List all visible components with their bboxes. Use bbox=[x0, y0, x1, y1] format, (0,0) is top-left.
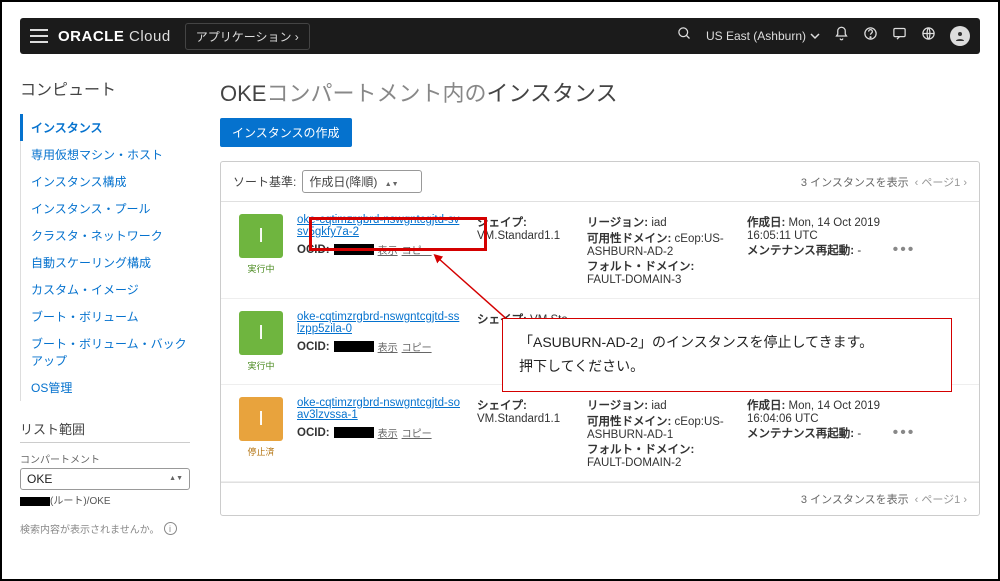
bell-icon[interactable] bbox=[834, 26, 849, 46]
count-text: 3 インスタンスを表示 bbox=[801, 174, 909, 190]
select-stepper-icon: ▲▼ bbox=[169, 476, 183, 482]
sort-label: ソート基準: bbox=[233, 173, 296, 190]
instance-name-link[interactable]: oke-cqtimzrgbrd-nswgntcgjtd-svsv5gkfy7a-… bbox=[297, 214, 459, 238]
count-text-foot: 3 インスタンスを表示 bbox=[801, 491, 909, 507]
chevron-down-icon bbox=[810, 31, 820, 41]
row-actions-menu[interactable]: ••• bbox=[889, 241, 919, 259]
search-icon[interactable] bbox=[677, 26, 692, 46]
status-badge-stopped: I bbox=[239, 397, 283, 441]
compartment-value: OKE bbox=[27, 472, 52, 486]
instance-name-link[interactable]: oke-cqtimzrgbrd-nswgntcgjtd-sslzpp5zila-… bbox=[297, 311, 459, 335]
side-nav: インスタンス 専用仮想マシン・ホスト インスタンス構成 インスタンス・プール ク… bbox=[20, 114, 190, 401]
sidebar-item-cluster-network[interactable]: クラスタ・ネットワーク bbox=[21, 222, 190, 249]
sidebar-title: コンピュート bbox=[20, 76, 190, 100]
sidebar-item-boot-volume-backup[interactable]: ブート・ボリューム・バックアップ bbox=[21, 330, 190, 374]
sidebar-item-instance-config[interactable]: インスタンス構成 bbox=[21, 168, 190, 195]
pager[interactable]: ‹ ページ1 › bbox=[915, 174, 967, 190]
page-title: OKEコンパートメント内のインスタンス bbox=[220, 76, 980, 108]
annotation-callout: 「ASUBURN-AD-2」のインスタンスを停止してきます。 押下してください。 bbox=[502, 318, 952, 392]
instance-name-link[interactable]: oke-cqtimzrgbrd-nswgntcgjtd-soav3lzvssa-… bbox=[297, 397, 460, 421]
sort-select[interactable]: 作成日(降順) ▲▼ bbox=[302, 170, 421, 193]
ocid-redacted bbox=[334, 341, 374, 352]
instance-row: I 実行中 oke-cqtimzrgbrd-nswgntcgjtd-svsv5g… bbox=[221, 202, 979, 299]
application-link[interactable]: アプリケーション › bbox=[185, 23, 310, 50]
pager-foot[interactable]: ‹ ページ1 › bbox=[915, 491, 967, 507]
ocid-copy-link[interactable]: コピー bbox=[402, 425, 432, 440]
sidebar-item-boot-volume[interactable]: ブート・ボリューム bbox=[21, 303, 190, 330]
brand-logo: ORACLE Cloud bbox=[58, 28, 171, 45]
instance-row: I 停止済 oke-cqtimzrgbrd-nswgntcgjtd-soav3l… bbox=[221, 385, 979, 482]
sidebar-item-dedicated-vm[interactable]: 専用仮想マシン・ホスト bbox=[21, 141, 190, 168]
search-note: 検索内容が表示されませんか。 i bbox=[20, 521, 190, 536]
chat-icon[interactable] bbox=[892, 26, 907, 46]
globe-icon[interactable] bbox=[921, 26, 936, 46]
sidebar-item-instance-pool[interactable]: インスタンス・プール bbox=[21, 195, 190, 222]
brand-light: Cloud bbox=[124, 28, 170, 45]
select-stepper-icon: ▲▼ bbox=[385, 182, 399, 188]
ocid-show-link[interactable]: 表示 bbox=[378, 339, 398, 354]
status-badge-running: I bbox=[239, 214, 283, 258]
ocid-copy-link[interactable]: コピー bbox=[402, 339, 432, 354]
row-actions-menu[interactable]: ••• bbox=[889, 424, 919, 442]
status-caption: 停止済 bbox=[233, 445, 289, 458]
sidebar-item-instances[interactable]: インスタンス bbox=[20, 114, 190, 141]
sidebar: コンピュート インスタンス 専用仮想マシン・ホスト インスタンス構成 インスタン… bbox=[20, 76, 200, 577]
ocid-copy-link[interactable]: コピー bbox=[402, 242, 432, 257]
sidebar-item-custom-image[interactable]: カスタム・イメージ bbox=[21, 276, 190, 303]
region-selector[interactable]: US East (Ashburn) bbox=[706, 29, 820, 43]
brand-bold: ORACLE bbox=[58, 28, 124, 45]
create-instance-button[interactable]: インスタンスの作成 bbox=[220, 118, 352, 147]
status-caption: 実行中 bbox=[233, 359, 289, 372]
ocid-show-link[interactable]: 表示 bbox=[378, 425, 398, 440]
ocid-show-link[interactable]: 表示 bbox=[378, 242, 398, 257]
status-caption: 実行中 bbox=[233, 262, 289, 275]
user-avatar-icon[interactable] bbox=[950, 26, 970, 46]
sidebar-item-os-management[interactable]: OS管理 bbox=[21, 374, 190, 401]
status-badge-running: I bbox=[239, 311, 283, 355]
ocid-redacted bbox=[334, 244, 374, 255]
compartment-path: (ルート)/OKE bbox=[20, 492, 190, 507]
compartment-select[interactable]: OKE ▲▼ bbox=[20, 468, 190, 490]
region-label: US East (Ashburn) bbox=[706, 29, 806, 43]
compartment-label: コンパートメント bbox=[20, 451, 190, 466]
top-bar: ORACLE Cloud アプリケーション › US East (Ashburn… bbox=[20, 18, 980, 54]
ocid-redacted bbox=[334, 427, 374, 438]
sidebar-item-autoscaling[interactable]: 自動スケーリング構成 bbox=[21, 249, 190, 276]
menu-icon[interactable] bbox=[30, 29, 48, 43]
info-icon[interactable]: i bbox=[164, 522, 177, 535]
help-icon[interactable] bbox=[863, 26, 878, 46]
scope-title: リスト範囲 bbox=[20, 419, 190, 443]
